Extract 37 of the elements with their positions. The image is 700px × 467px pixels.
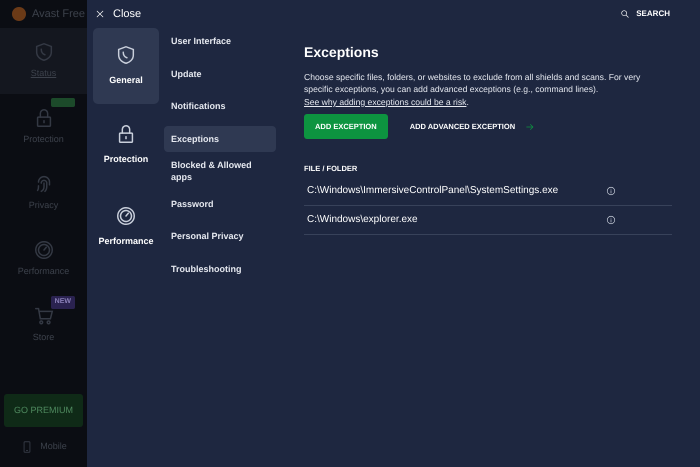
settings-menu-item[interactable]: Troubleshooting xyxy=(164,256,276,282)
nav-label: Performance xyxy=(18,265,70,278)
search-button[interactable]: SEARCH xyxy=(620,8,670,20)
category-label: General xyxy=(109,74,143,88)
premium-button[interactable]: GO PREMIUM xyxy=(4,394,83,427)
settings-menu-item[interactable]: User Interface xyxy=(164,28,276,54)
gauge-icon xyxy=(32,239,54,262)
nav-label: Protection xyxy=(23,133,64,146)
file-path: C:\Windows\explorer.exe xyxy=(307,213,418,228)
shield-icon xyxy=(115,44,137,66)
description-text: Choose specific files, folders, or websites to exclude from all shields and scans. For very specific exceptions, you can add advanced exceptions (e.g., command lines). See why adding exceptions could be a risk. xyxy=(304,70,642,108)
category-tab[interactable]: General xyxy=(93,28,159,104)
gauge-icon xyxy=(115,205,137,228)
logo-icon xyxy=(12,7,26,21)
close-icon xyxy=(95,9,105,19)
risk-link[interactable]: See why adding exceptions could be a risk xyxy=(304,96,466,107)
cart-icon xyxy=(32,305,54,328)
settings-menu-item[interactable]: Update xyxy=(164,60,276,87)
close-button[interactable]: Close xyxy=(95,6,142,22)
category-tab[interactable]: Performance xyxy=(93,186,159,268)
category-tab[interactable]: Protection xyxy=(93,104,159,186)
app-title: Avast Free xyxy=(32,6,85,22)
settings-menu-item[interactable]: Notifications xyxy=(164,93,276,120)
category-label: Protection xyxy=(104,153,148,166)
settings-menu-item[interactable]: Personal Privacy xyxy=(164,224,276,250)
nav-label: Store xyxy=(32,331,54,344)
info-icon xyxy=(606,214,616,225)
search-icon xyxy=(620,9,630,19)
category-label: Performance xyxy=(98,235,154,248)
file-path: C:\Windows\ImmersiveControlPanel\SystemSettings.exe xyxy=(307,184,558,198)
section-title: Exceptions xyxy=(304,44,380,61)
arrow-icon xyxy=(525,122,536,132)
settings-menu-item[interactable]: Blocked & Allowed apps xyxy=(164,158,276,184)
info-icon xyxy=(606,186,616,196)
settings-menu-item[interactable]: Password xyxy=(164,190,276,217)
nav-label: Privacy xyxy=(28,199,58,212)
settings-menu-item[interactable]: Exceptions xyxy=(164,126,276,152)
